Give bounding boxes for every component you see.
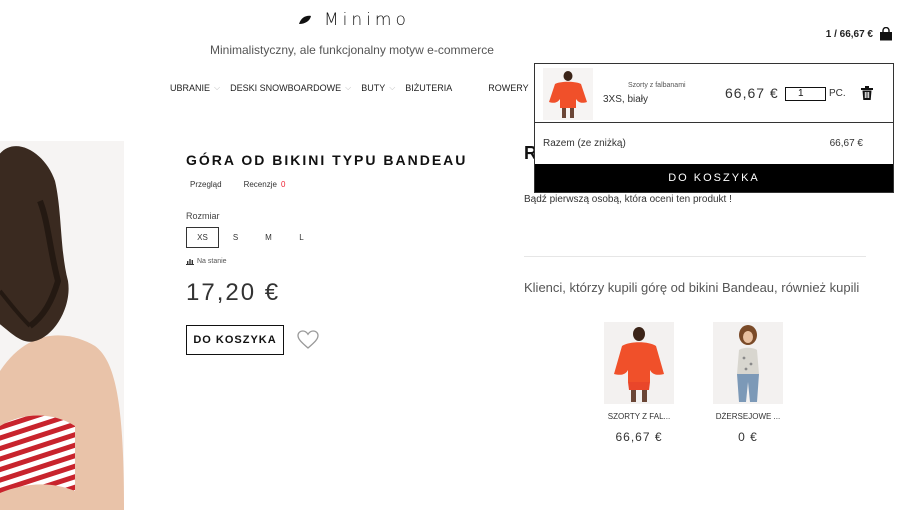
chevron-down-icon: ⌵ [345, 83, 352, 92]
mini-cart-item-price: 66,67 € [725, 85, 779, 101]
nav-item-bizuteria[interactable]: BIŻUTERIA [405, 83, 452, 93]
tagline: Minimalistyczny, ale funkcjonalny motyw … [210, 43, 494, 57]
nav-item-rowery[interactable]: ROWERY [488, 83, 528, 93]
stock-status: Na stanie [186, 258, 227, 265]
product-title: GÓRA OD BIKINI TYPU BANDEAU [186, 152, 468, 168]
chevron-down-icon: ⌵ [214, 83, 221, 92]
logo[interactable]: Minimo [298, 10, 410, 30]
mini-cart-item: Szorty z falbanami 3XS, biały 66,67 € 1 … [535, 64, 893, 123]
product-photo [0, 146, 124, 510]
mini-cart-total-value: 66,67 € [829, 138, 863, 149]
size-selector: XS S M L [186, 227, 318, 248]
quantity-unit: PC. [829, 88, 846, 99]
related-product-image[interactable] [604, 322, 674, 404]
related-product-photo [614, 327, 664, 402]
shopping-bag-icon[interactable] [879, 27, 893, 41]
main-nav: UBRANIE ⌵ DESKI SNOWBOARDOWE ⌵ BUTY ⌵ BI… [170, 83, 539, 93]
size-label: Rozmiar [186, 211, 220, 221]
bar-chart-icon [186, 259, 194, 265]
divider [524, 256, 866, 257]
related-product-card[interactable]: DŻERSEJOWE ... 0 € [713, 322, 783, 444]
nav-item-ubranie[interactable]: UBRANIE ⌵ [170, 83, 220, 93]
mini-cart-total-label: Razem (ze zniżką) [543, 138, 626, 149]
nav-item-label: BIŻUTERIA [405, 83, 453, 93]
cart-summary-text: 1 / 66,67 € [825, 28, 873, 40]
quantity-input[interactable]: 1 [785, 87, 826, 101]
related-product-name[interactable]: SZORTY Z FAL... [604, 412, 674, 421]
first-review-link[interactable]: Bądź pierwszą osobą, która oceni ten pro… [524, 194, 732, 205]
reviews-count-badge: 0 [280, 180, 286, 189]
logo-text: Minimo [324, 10, 410, 30]
related-product-card[interactable]: SZORTY Z FAL... 66,67 € [604, 322, 674, 444]
nav-item-label: ROWERY [488, 83, 529, 93]
nav-item-label: BUTY [361, 83, 386, 93]
mini-cart-item-image[interactable] [543, 68, 593, 120]
chevron-down-icon: ⌵ [389, 83, 396, 92]
add-to-cart-button[interactable]: DO KOSZYKA [186, 325, 284, 355]
tab-reviews-label: Recenzje [243, 180, 277, 189]
nav-item-label: UBRANIE [170, 83, 211, 93]
related-product-price: 0 € [738, 430, 758, 444]
related-product-image[interactable] [713, 322, 783, 404]
related-product-price: 66,67 € [615, 430, 663, 444]
cart-summary[interactable]: 1 / 66,67 € [826, 27, 893, 41]
mini-cart-item-name[interactable]: Szorty z falbanami [628, 82, 686, 89]
product-price: 17,20 € [186, 279, 281, 306]
related-heading: Klienci, którzy kupili górę od bikini Ba… [524, 280, 860, 295]
size-option-l[interactable]: L [285, 227, 318, 248]
nav-item-label: DESKI SNOWBOARDOWE [230, 83, 342, 93]
leaf-icon [299, 15, 311, 24]
related-product-photo [737, 325, 759, 402]
size-option-m[interactable]: M [252, 227, 285, 248]
mini-cart-dropdown: Szorty z falbanami 3XS, biały 66,67 € 1 … [534, 63, 894, 193]
mini-cart-item-photo [549, 71, 587, 118]
product-image[interactable] [0, 141, 124, 510]
heart-icon[interactable] [297, 330, 319, 350]
go-to-cart-button[interactable]: DO KOSZYKA [535, 164, 893, 192]
mini-cart-item-variant: 3XS, biały [603, 94, 649, 105]
product-tabs: Przegląd Recenzje 0 [190, 180, 285, 189]
nav-item-deski-snowboardowe[interactable]: DESKI SNOWBOARDOWE ⌵ [230, 83, 351, 93]
size-option-xs[interactable]: XS [186, 227, 219, 248]
trash-icon[interactable] [861, 86, 873, 100]
tab-overview[interactable]: Przegląd [190, 180, 222, 189]
nav-item-buty[interactable]: BUTY ⌵ [361, 83, 395, 93]
related-product-name[interactable]: DŻERSEJOWE ... [713, 412, 783, 421]
stock-text: Na stanie [197, 258, 227, 265]
size-option-s[interactable]: S [219, 227, 252, 248]
tab-reviews[interactable]: Recenzje 0 [244, 180, 286, 189]
